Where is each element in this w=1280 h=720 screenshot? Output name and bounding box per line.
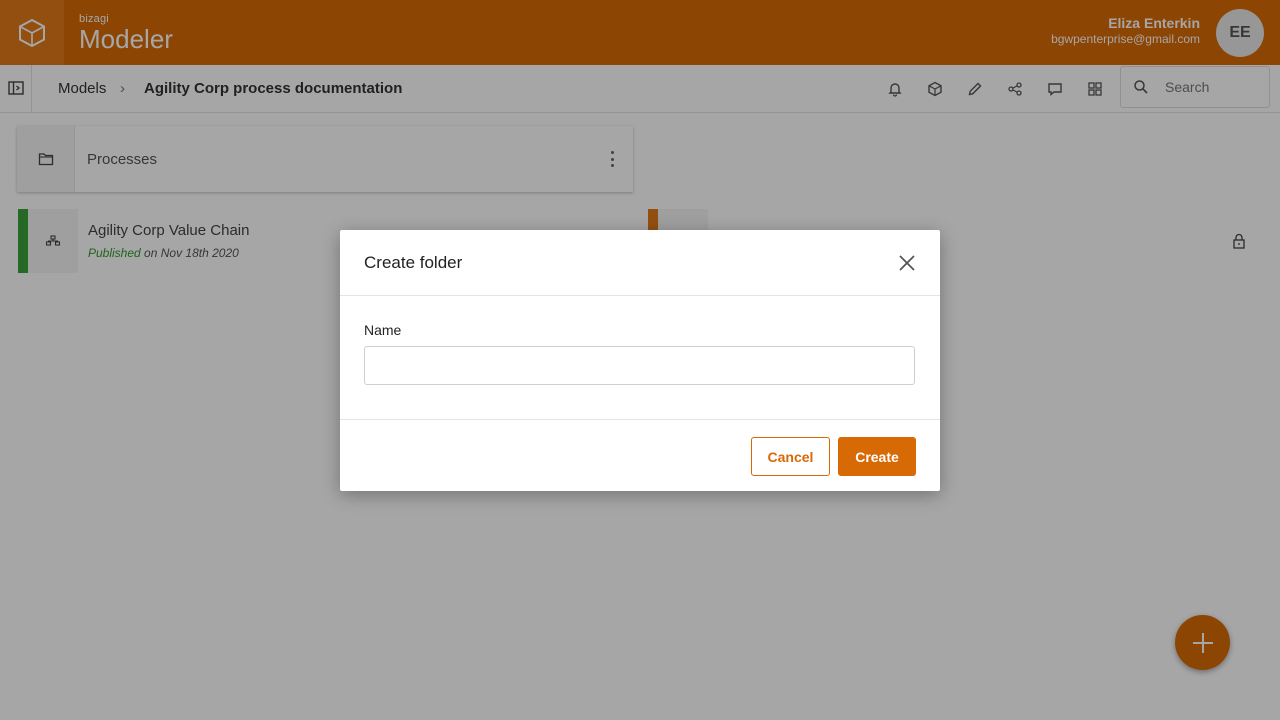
folder-name-input[interactable]	[364, 346, 915, 385]
create-folder-dialog: Create folder Name Cancel Create	[340, 230, 940, 491]
dialog-title: Create folder	[364, 253, 463, 272]
cancel-button[interactable]: Cancel	[751, 437, 830, 476]
close-icon[interactable]	[898, 254, 916, 272]
name-field-label: Name	[364, 322, 402, 338]
dialog-header: Create folder	[340, 230, 940, 296]
create-button[interactable]: Create	[838, 437, 916, 476]
dialog-footer: Cancel Create	[340, 419, 940, 491]
